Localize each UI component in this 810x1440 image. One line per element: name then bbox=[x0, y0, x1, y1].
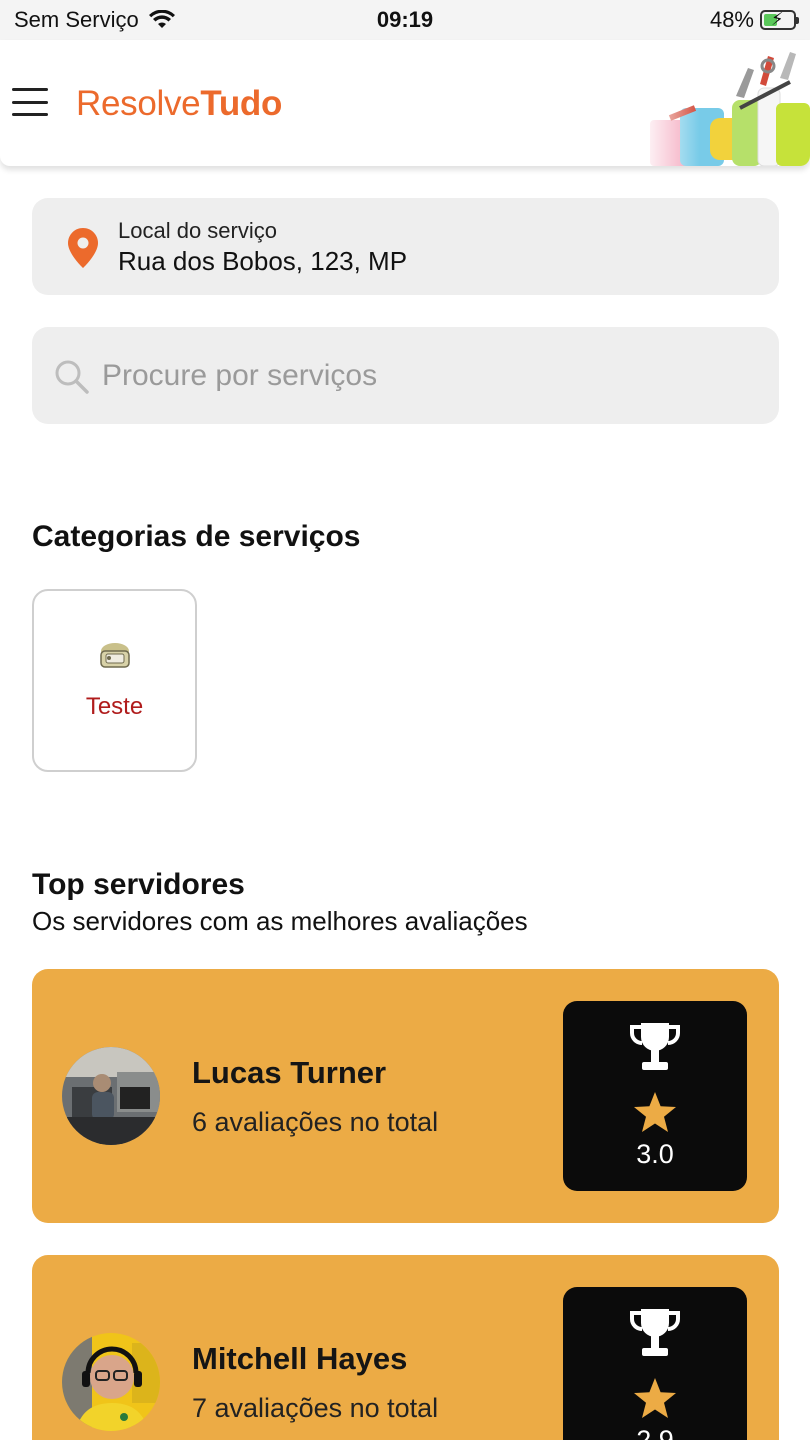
star-icon bbox=[634, 1092, 676, 1132]
app-header: ResolveTudo bbox=[0, 40, 810, 166]
trophy-icon bbox=[630, 1023, 680, 1070]
status-bar: Sem Serviço 09:19 48% ⚡ bbox=[0, 0, 810, 40]
avatar-photo bbox=[62, 1333, 160, 1431]
service-location-card[interactable]: Local do serviço Rua dos Bobos, 123, MP bbox=[32, 198, 779, 295]
star-icon bbox=[634, 1378, 676, 1418]
search-input[interactable] bbox=[102, 353, 742, 399]
battery-percent: 48% bbox=[709, 7, 754, 32]
category-label: Teste bbox=[85, 693, 144, 720]
trophy-icon bbox=[630, 1309, 680, 1356]
avatar-photo bbox=[62, 1047, 160, 1145]
cleaning-tools-illustration bbox=[640, 48, 810, 166]
category-icon bbox=[99, 643, 130, 668]
categories-title: Categorias de serviços bbox=[32, 520, 361, 553]
search-icon bbox=[55, 360, 89, 394]
brand-logo: ResolveTudo bbox=[76, 84, 282, 124]
avatar bbox=[62, 1047, 160, 1145]
rating-value: 3.0 bbox=[636, 1139, 674, 1169]
server-reviews: 6 avaliações no total bbox=[192, 1107, 439, 1137]
category-card-teste[interactable]: Teste bbox=[32, 589, 197, 772]
brand-part-1: Resolve bbox=[76, 84, 201, 123]
rating-box: 2.9 bbox=[563, 1287, 747, 1440]
carrier-label: Sem Serviço bbox=[14, 7, 139, 32]
battery-icon: ⚡ bbox=[760, 9, 799, 30]
server-name: Mitchell Hayes bbox=[192, 1341, 408, 1376]
brand-part-2: Tudo bbox=[200, 84, 283, 123]
status-right: 48% ⚡ bbox=[709, 7, 799, 33]
server-card[interactable]: Lucas Turner 6 avaliações no total 3.0 bbox=[32, 969, 779, 1223]
charging-bolt-icon: ⚡ bbox=[771, 9, 784, 29]
rating-box: 3.0 bbox=[563, 1001, 747, 1191]
search-box bbox=[32, 327, 779, 424]
location-label: Local do serviço bbox=[118, 218, 277, 243]
server-reviews: 7 avaliações no total bbox=[192, 1393, 439, 1423]
top-servers-subtitle: Os servidores com as melhores avaliações bbox=[32, 906, 528, 936]
wifi-icon bbox=[148, 10, 175, 28]
top-servers-title: Top servidores bbox=[32, 868, 245, 901]
location-value: Rua dos Bobos, 123, MP bbox=[118, 246, 408, 276]
map-pin-icon bbox=[68, 228, 98, 268]
hamburger-menu-icon[interactable] bbox=[12, 88, 48, 116]
app-screen: Sem Serviço 09:19 48% ⚡ ResolveTudo Loca… bbox=[0, 0, 810, 1440]
server-card[interactable]: Mitchell Hayes 7 avaliações no total 2.9 bbox=[32, 1255, 779, 1440]
avatar bbox=[62, 1333, 160, 1431]
server-name: Lucas Turner bbox=[192, 1055, 387, 1090]
status-left: Sem Serviço bbox=[14, 7, 175, 33]
rating-value: 2.9 bbox=[636, 1425, 674, 1440]
